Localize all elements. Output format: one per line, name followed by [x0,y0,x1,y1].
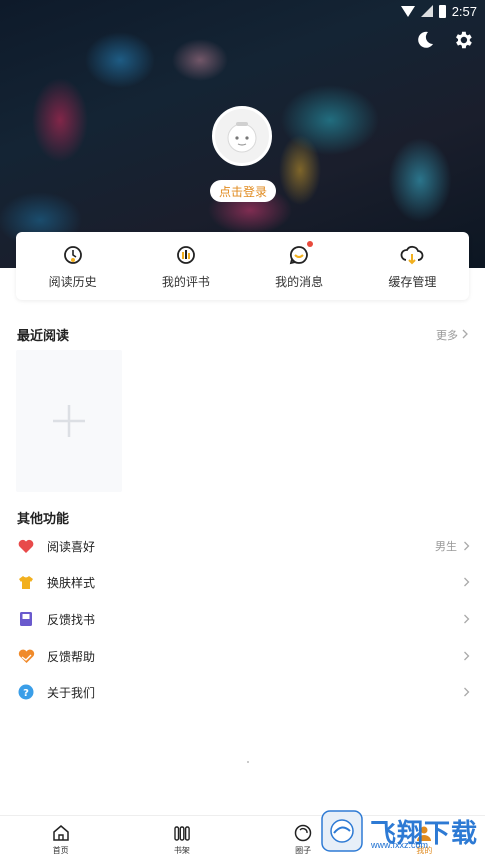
wifi-icon [400,5,415,17]
battery-icon [438,4,446,18]
quick-action-reviews[interactable]: 我的评书 [131,243,241,290]
heart-hands-icon [17,647,35,665]
watermark-url: www.fxxz.com [371,840,429,850]
recent-section-title: 最近阅读 [17,328,70,343]
circle-icon [293,823,313,843]
menu-item-reading-preference[interactable]: 阅读喜好 男生 [17,534,471,558]
status-time: 2:57 [451,3,477,19]
chevron-right-icon [461,329,469,342]
menu-value: 男生 [435,541,457,553]
comment-icon [174,243,198,267]
history-icon [61,243,85,267]
quick-action-label: 我的评书 [161,274,210,289]
shirt-icon [17,573,35,591]
unread-badge [307,240,314,247]
quick-action-cache[interactable]: 缓存管理 [357,243,467,290]
recent-more-link[interactable]: 更多 [436,327,469,343]
avatar[interactable] [212,106,272,166]
quick-action-label: 阅读历史 [48,274,97,289]
chevron-right-icon [461,577,471,587]
add-recent-book-slot[interactable] [16,350,122,492]
question-icon: ? [17,683,35,701]
chevron-right-icon [461,541,471,551]
nav-label: 书架 [173,845,190,855]
quick-action-label: 缓存管理 [388,274,437,289]
menu-label: 阅读喜好 [47,539,96,554]
nav-home[interactable]: 首页 [21,823,101,856]
signal-icon [420,5,433,17]
home-icon [51,823,71,843]
menu-label: 关于我们 [47,685,96,700]
other-section-title: 其他功能 [17,511,70,526]
quick-actions-card: 阅读历史 我的评书 我的消息 缓存管理 [16,232,469,300]
avatar-placeholder-icon [227,122,257,153]
heart-icon [17,537,35,555]
login-button[interactable]: 点击登录 [210,180,276,202]
svg-text:?: ? [23,688,29,699]
menu-label: 反馈帮助 [47,649,96,664]
menu-item-skin-style[interactable]: 换肤样式 [17,570,471,594]
chevron-right-icon [461,614,471,624]
bookshelf-icon [172,823,192,843]
status-bar: 2:57 [0,0,485,22]
menu-item-feedback-help[interactable]: 反馈帮助 [17,644,471,668]
moon-icon[interactable] [413,28,437,52]
page-indicator-dot [247,761,249,763]
cloud-download-icon [400,243,424,267]
more-label: 更多 [436,330,458,342]
plus-icon [53,405,85,437]
nav-bookshelf[interactable]: 书架 [142,823,222,856]
quick-action-messages[interactable]: 我的消息 [244,240,354,290]
chevron-right-icon [461,651,471,661]
nav-label: 首页 [52,845,69,855]
book-icon [17,610,35,628]
quick-action-label: 我的消息 [275,274,324,289]
gear-icon[interactable] [451,28,475,52]
menu-label: 换肤样式 [47,575,96,590]
quick-action-history[interactable]: 阅读历史 [18,243,128,290]
menu-item-feedback-book[interactable]: 反馈找书 [17,607,471,631]
menu-label: 反馈找书 [47,612,96,627]
header-actions [413,28,475,52]
watermark-mascot-icon [321,810,363,852]
nav-label: 圈子 [295,845,312,855]
message-icon [287,240,314,267]
menu-item-about-us[interactable]: ? 关于我们 [17,680,471,704]
chevron-right-icon [461,687,471,697]
